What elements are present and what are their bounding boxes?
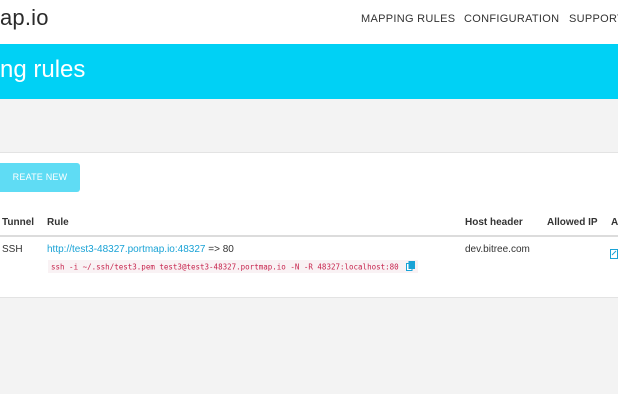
column-header-tunnel: Tunnel xyxy=(2,217,35,228)
edit-icon[interactable] xyxy=(610,246,618,264)
column-header-host-header: Host header xyxy=(465,217,523,228)
cell-rule: http://test3-48327.portmap.io:48327 => 8… xyxy=(47,244,234,255)
rule-port-suffix: => 80 xyxy=(205,244,234,255)
table-header-divider xyxy=(0,235,618,237)
column-header-actions: A xyxy=(611,217,618,228)
ssh-command: ssh -i ~/.ssh/test3.pem test3@test3-4832… xyxy=(48,260,419,274)
rule-url-link[interactable]: http://test3-48327.portmap.io:48327 xyxy=(47,244,205,255)
nav-configuration[interactable]: CONFIGURATION xyxy=(464,13,559,25)
cell-tunnel: SSH xyxy=(2,244,23,255)
nav-support[interactable]: SUPPORT xyxy=(569,13,618,25)
page-header: ng rules xyxy=(0,44,618,99)
navbar: ap.io MAPPING RULES CONFIGURATION SUPPOR… xyxy=(0,0,618,44)
nav-mapping-rules[interactable]: MAPPING RULES xyxy=(361,13,455,25)
page-title: ng rules xyxy=(0,56,86,83)
column-header-allowed-ip: Allowed IP xyxy=(547,217,598,228)
column-header-rule: Rule xyxy=(47,217,69,228)
cell-host-header: dev.bitree.com xyxy=(465,244,530,255)
brand-logo[interactable]: ap.io xyxy=(0,5,49,31)
ssh-command-text: ssh -i ~/.ssh/test3.pem test3@test3-4832… xyxy=(51,262,399,272)
copy-icon[interactable] xyxy=(406,261,416,274)
create-new-rule-button[interactable]: REATE NEW RULE xyxy=(0,163,80,211)
rules-panel: REATE NEW RULE Tunnel Rule Host header A… xyxy=(0,152,618,298)
